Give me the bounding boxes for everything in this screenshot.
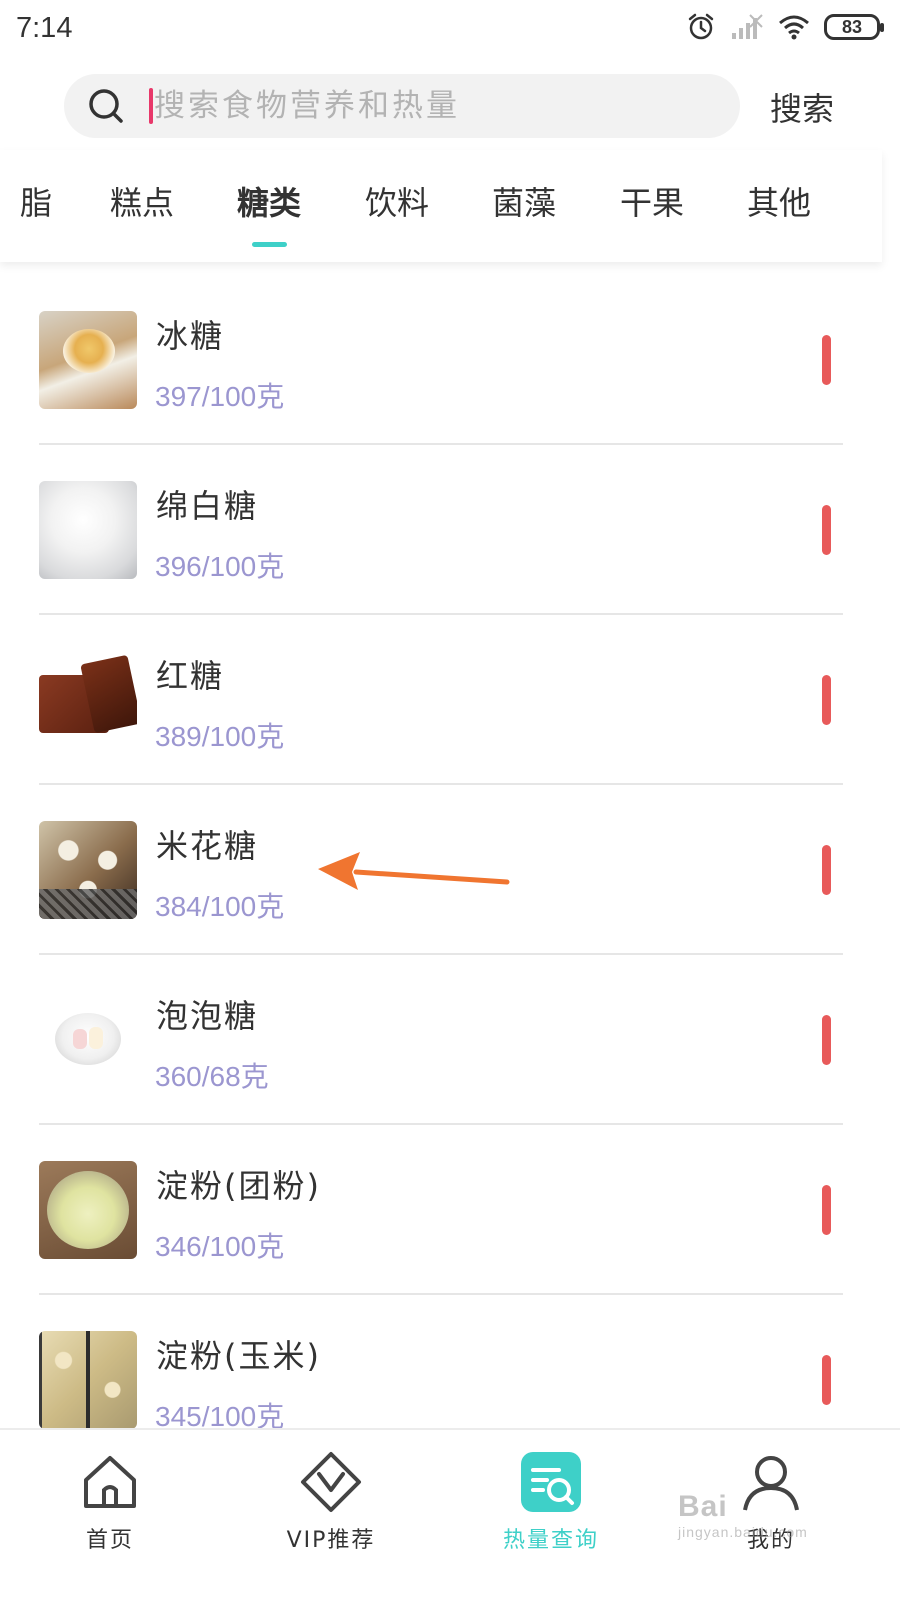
food-row[interactable]: 绵白糖 396/100克 bbox=[0, 445, 900, 615]
food-calories: 389/100克 bbox=[155, 721, 285, 752]
calorie-level-bar bbox=[822, 1015, 831, 1065]
tab-other[interactable]: 其他 bbox=[747, 178, 811, 224]
food-thumbnail bbox=[39, 991, 137, 1089]
nav-vip[interactable]: VIP推荐 bbox=[251, 1430, 411, 1600]
tab-dried-fruit[interactable]: 干果 bbox=[620, 178, 684, 224]
calorie-level-bar bbox=[822, 505, 831, 555]
status-icons: 83 bbox=[686, 12, 884, 42]
wifi-icon bbox=[779, 15, 809, 40]
battery-indicator: 83 bbox=[824, 14, 884, 40]
text-caret bbox=[149, 88, 153, 124]
food-thumbnail bbox=[39, 1161, 137, 1259]
food-calories: 397/100克 bbox=[155, 381, 285, 412]
nav-label: VIP推荐 bbox=[286, 1528, 376, 1553]
food-name: 泡泡糖 bbox=[156, 997, 259, 1035]
calorie-search-icon bbox=[521, 1452, 581, 1512]
calorie-level-bar bbox=[822, 675, 831, 725]
tab-fungi-algae[interactable]: 菌藻 bbox=[492, 178, 556, 224]
category-tabs: 脂 糕点 糖类 饮料 菌藻 干果 其他 bbox=[0, 150, 882, 262]
food-thumbnail bbox=[39, 651, 137, 749]
tab-drinks[interactable]: 饮料 bbox=[365, 178, 429, 224]
food-name: 冰糖 bbox=[156, 317, 225, 355]
nav-label: 热量查询 bbox=[502, 1528, 599, 1553]
home-icon bbox=[84, 1456, 136, 1508]
food-calories: 396/100克 bbox=[155, 551, 285, 582]
watermark: Bai jingyan.baidu.com bbox=[678, 1490, 848, 1540]
search-box[interactable] bbox=[64, 74, 740, 138]
food-name: 淀粉(团粉) bbox=[156, 1167, 321, 1205]
watermark-sub: jingyan.baidu.com bbox=[678, 1524, 808, 1540]
tab-fat[interactable]: 脂 bbox=[20, 178, 52, 224]
status-bar: 7:14 83 bbox=[0, 0, 900, 60]
vip-icon bbox=[301, 1452, 361, 1512]
food-row[interactable]: 红糖 389/100克 bbox=[0, 615, 900, 785]
alarm-icon bbox=[688, 13, 714, 40]
search-icon bbox=[89, 89, 123, 123]
food-thumbnail bbox=[39, 481, 137, 579]
nav-calorie-search[interactable]: 热量查询 bbox=[471, 1430, 631, 1600]
active-tab-indicator bbox=[252, 242, 287, 247]
nav-label: 首页 bbox=[85, 1528, 134, 1553]
food-name: 淀粉(玉米) bbox=[156, 1337, 321, 1375]
food-row[interactable]: 泡泡糖 360/68克 bbox=[0, 955, 900, 1125]
signal-icon bbox=[732, 14, 763, 39]
food-name: 红糖 bbox=[156, 657, 225, 695]
watermark-main: Bai bbox=[678, 1490, 728, 1523]
calorie-level-bar bbox=[822, 335, 831, 385]
food-calories: 384/100克 bbox=[155, 891, 285, 922]
food-name: 绵白糖 bbox=[156, 487, 259, 525]
food-thumbnail bbox=[39, 1331, 137, 1429]
food-calories: 346/100克 bbox=[155, 1231, 285, 1262]
status-time: 7:14 bbox=[16, 12, 73, 44]
search-button[interactable]: 搜索 bbox=[770, 84, 834, 130]
food-calories: 360/68克 bbox=[155, 1061, 269, 1092]
search-input[interactable] bbox=[154, 74, 714, 138]
food-row[interactable]: 淀粉(团粉) 346/100克 bbox=[0, 1125, 900, 1295]
food-thumbnail bbox=[39, 821, 137, 919]
calorie-level-bar bbox=[822, 1185, 831, 1235]
calorie-level-bar bbox=[822, 845, 831, 895]
annotation-arrow-icon bbox=[318, 852, 510, 890]
tab-sugar[interactable]: 糖类 bbox=[237, 178, 301, 224]
tab-pastry[interactable]: 糕点 bbox=[110, 178, 174, 224]
food-thumbnail bbox=[39, 311, 137, 409]
food-name: 米花糖 bbox=[156, 827, 259, 865]
nav-home[interactable]: 首页 bbox=[30, 1430, 190, 1600]
calorie-level-bar bbox=[822, 1355, 831, 1405]
food-row[interactable]: 冰糖 397/100克 bbox=[0, 275, 900, 445]
